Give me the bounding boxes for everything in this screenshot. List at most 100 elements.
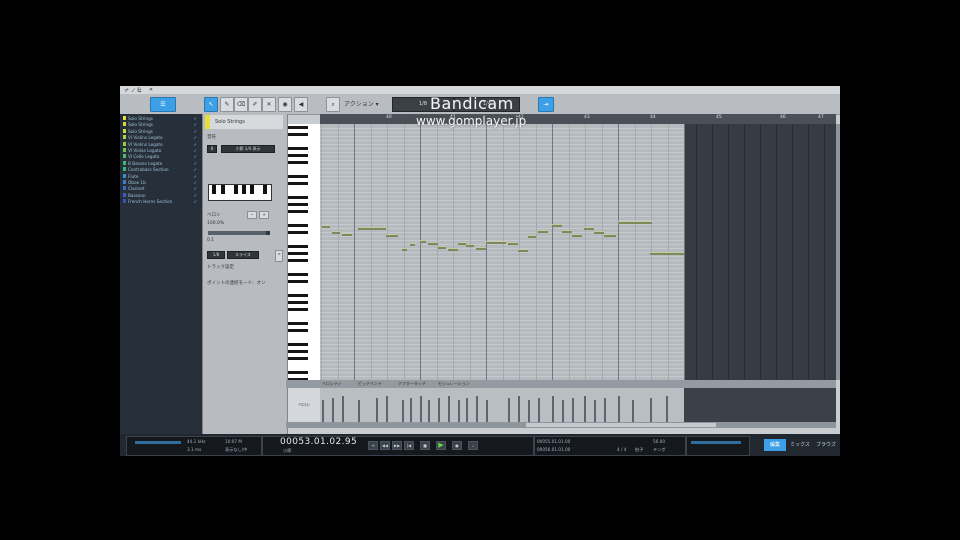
black-key[interactable] bbox=[288, 231, 308, 234]
track-row[interactable]: Bassoon ✓ bbox=[123, 192, 199, 198]
track-active-check-icon[interactable]: ✓ bbox=[193, 142, 197, 147]
midi-note[interactable] bbox=[402, 248, 407, 251]
tab-modulation[interactable]: モジュレーション bbox=[438, 381, 470, 387]
tab-mix[interactable]: ミックス bbox=[788, 439, 812, 451]
velocity-bar[interactable] bbox=[528, 400, 530, 422]
black-key[interactable] bbox=[221, 185, 225, 194]
midi-note[interactable] bbox=[428, 242, 438, 245]
track-row[interactable]: French Horns Section ✓ bbox=[123, 199, 199, 204]
midi-note[interactable] bbox=[410, 243, 415, 246]
track-active-check-icon[interactable]: ✓ bbox=[193, 122, 197, 127]
track-active-check-icon[interactable]: ✓ bbox=[193, 167, 197, 172]
black-key[interactable] bbox=[288, 154, 308, 157]
pencil-tool-icon[interactable]: ✎ bbox=[220, 97, 234, 112]
track-row[interactable]: Solo Strings ✓ bbox=[123, 122, 199, 127]
track-row[interactable]: Vl Violas Legato ✓ bbox=[123, 148, 199, 153]
eraser-tool-icon[interactable]: ⌫ bbox=[234, 97, 248, 112]
arrow-tool-icon[interactable]: ↖ bbox=[204, 97, 218, 112]
midi-note[interactable] bbox=[562, 230, 572, 233]
time-signature[interactable]: 4 / 4 bbox=[617, 447, 626, 452]
search-icon[interactable]: ⌕ bbox=[326, 97, 340, 112]
velocity-bar[interactable] bbox=[486, 400, 488, 422]
velocity-inc-button[interactable]: + bbox=[259, 211, 269, 219]
play-icon[interactable]: ▶ bbox=[436, 441, 446, 450]
vertical-scrollbar[interactable] bbox=[836, 124, 840, 380]
midi-note[interactable] bbox=[458, 242, 466, 245]
midi-note[interactable] bbox=[572, 234, 582, 237]
midi-note[interactable] bbox=[438, 246, 446, 249]
tempo-value[interactable]: 56.00 bbox=[653, 439, 665, 444]
midi-note[interactable] bbox=[332, 231, 340, 234]
timeline-ruler[interactable]: 40 41 42 43 44 45 46 47 bbox=[320, 114, 836, 124]
black-key[interactable] bbox=[288, 126, 308, 129]
midi-note[interactable] bbox=[518, 249, 528, 252]
octave-button[interactable]: 8 bbox=[207, 145, 217, 153]
track-active-check-icon[interactable]: ✓ bbox=[193, 116, 197, 121]
black-key[interactable] bbox=[288, 371, 308, 374]
midi-note[interactable] bbox=[508, 242, 518, 245]
velocity-bar[interactable] bbox=[438, 398, 440, 422]
velocity-bar[interactable] bbox=[410, 398, 412, 422]
velocity-bar[interactable] bbox=[458, 400, 460, 422]
track-active-check-icon[interactable]: ✓ bbox=[193, 129, 197, 134]
link-icon[interactable]: ∞ bbox=[275, 250, 283, 262]
black-key[interactable] bbox=[288, 280, 308, 283]
track-row[interactable]: Vl Cello Legato ✓ bbox=[123, 154, 199, 159]
horizontal-scroll-thumb[interactable] bbox=[526, 423, 716, 427]
velocity-lane[interactable] bbox=[320, 388, 684, 422]
velocity-bar[interactable] bbox=[604, 398, 606, 422]
tab-aftertouch[interactable]: アフタータッチ bbox=[398, 381, 426, 387]
stop-icon[interactable]: ■ bbox=[420, 441, 430, 450]
track-active-check-icon[interactable]: ✓ bbox=[193, 135, 197, 140]
black-key[interactable] bbox=[288, 301, 308, 304]
black-key[interactable] bbox=[288, 329, 308, 332]
midi-note[interactable] bbox=[650, 252, 684, 255]
track-active-check-icon[interactable]: ✓ bbox=[193, 193, 197, 198]
velocity-bar[interactable] bbox=[572, 398, 574, 422]
track-active-check-icon[interactable]: ✓ bbox=[193, 180, 197, 185]
velocity-bar[interactable] bbox=[552, 396, 554, 422]
inspector-toggle-button[interactable]: ☰ bbox=[150, 97, 176, 112]
black-key[interactable] bbox=[288, 133, 308, 136]
black-key[interactable] bbox=[250, 185, 254, 194]
piano-roll-grid[interactable] bbox=[320, 124, 836, 380]
velocity-bar[interactable] bbox=[376, 398, 378, 422]
midi-note[interactable] bbox=[618, 221, 652, 224]
black-key[interactable] bbox=[288, 343, 308, 346]
track-active-check-icon[interactable]: ✓ bbox=[193, 186, 197, 191]
horizontal-scrollbar[interactable] bbox=[286, 422, 836, 428]
black-key[interactable] bbox=[288, 308, 308, 311]
velocity-bar[interactable] bbox=[632, 400, 634, 422]
velocity-bar[interactable] bbox=[562, 400, 564, 422]
velocity-bar[interactable] bbox=[322, 400, 324, 422]
black-key[interactable] bbox=[288, 252, 308, 255]
black-key[interactable] bbox=[288, 196, 308, 199]
black-key[interactable] bbox=[288, 203, 308, 206]
action-menu[interactable]: アクション ▾ bbox=[344, 99, 379, 108]
black-key[interactable] bbox=[288, 294, 308, 297]
rewind-icon[interactable]: ◀◀ bbox=[380, 441, 390, 450]
tab-pitchbend[interactable]: ピッチベンド bbox=[358, 381, 382, 387]
midi-note[interactable] bbox=[386, 234, 398, 237]
piano-keyboard[interactable] bbox=[288, 124, 321, 381]
tab-browse[interactable]: ブラウズ bbox=[814, 439, 838, 451]
velocity-bar[interactable] bbox=[538, 398, 540, 422]
midi-note[interactable] bbox=[594, 231, 604, 234]
velocity-bar[interactable] bbox=[342, 396, 344, 422]
velocity-bar[interactable] bbox=[466, 398, 468, 422]
velocity-bar[interactable] bbox=[508, 398, 510, 422]
velocity-bar[interactable] bbox=[618, 396, 620, 422]
velocity-bar[interactable] bbox=[386, 396, 388, 422]
black-key[interactable] bbox=[288, 259, 308, 262]
track-row[interactable]: Vl Violins Legato ✓ bbox=[123, 141, 199, 147]
velocity-slider[interactable] bbox=[208, 231, 270, 235]
black-key[interactable] bbox=[242, 185, 246, 194]
mini-keyboard[interactable] bbox=[208, 184, 272, 201]
midi-note[interactable] bbox=[552, 224, 562, 227]
black-key[interactable] bbox=[288, 210, 308, 213]
track-row[interactable]: Solo Strings ✓ bbox=[123, 128, 199, 134]
fast-forward-icon[interactable]: ▶▶ bbox=[392, 441, 402, 450]
black-key[interactable] bbox=[288, 182, 308, 185]
expand-button[interactable]: ⇥ bbox=[538, 97, 554, 112]
track-row[interactable]: Clarinet ✓ bbox=[123, 186, 199, 191]
